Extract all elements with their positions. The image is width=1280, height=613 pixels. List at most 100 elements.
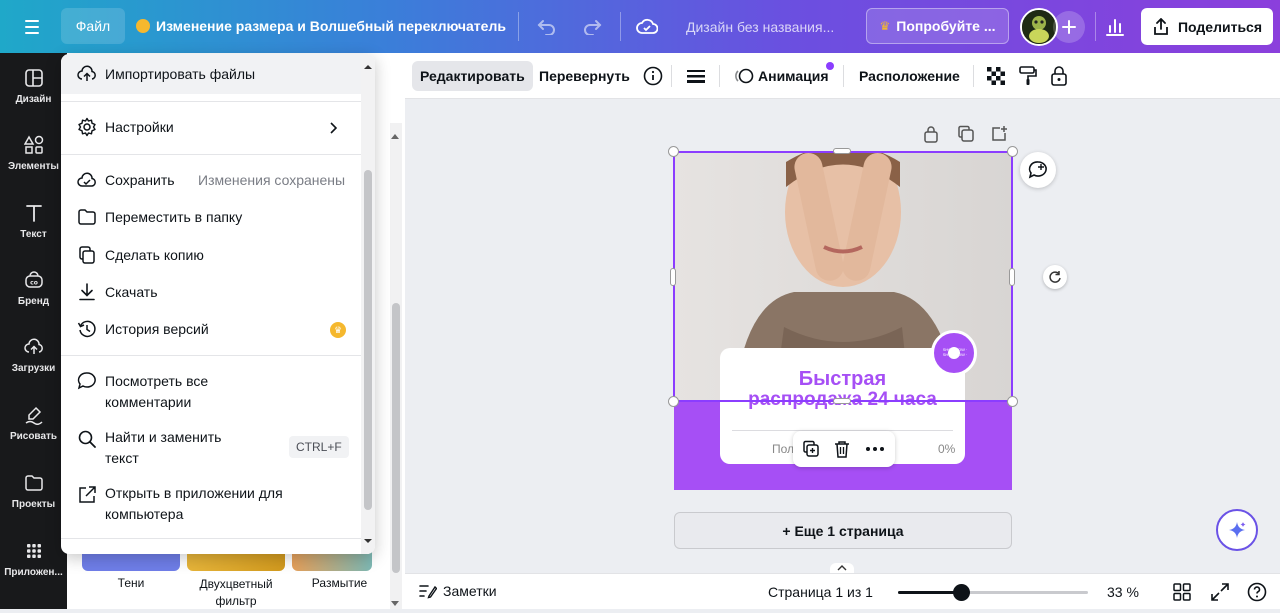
- menu-scrollbar[interactable]: [361, 54, 375, 554]
- position-button[interactable]: Расположение: [851, 61, 968, 91]
- add-comment-button[interactable]: [1020, 152, 1056, 188]
- doc-title-link[interactable]: Изменение размера и Волшебный переключат…: [136, 8, 506, 44]
- design-name-field[interactable]: Дизайн без названия...: [686, 12, 834, 42]
- duplicate-page-button[interactable]: [957, 125, 975, 148]
- edit-image-button[interactable]: Редактировать: [412, 61, 533, 91]
- promo-subtext-left: Пол: [772, 442, 795, 456]
- resize-handle-br[interactable]: [1007, 396, 1018, 407]
- resize-handle-left[interactable]: [670, 268, 676, 286]
- sidebar-item-uploads[interactable]: Загрузки: [0, 337, 67, 395]
- sidebar-item-brand[interactable]: co Бренд: [0, 270, 67, 328]
- add-page-button[interactable]: + Еще 1 страница: [674, 512, 1012, 549]
- more-options-button[interactable]: [865, 440, 885, 463]
- sidebar-item-apps[interactable]: Приложен...: [0, 541, 67, 599]
- delete-element-button[interactable]: [834, 440, 850, 463]
- help-button[interactable]: [1247, 582, 1267, 607]
- try-pro-button[interactable]: ♛ Попробуйте ...: [866, 8, 1009, 44]
- resize-handle-tl[interactable]: [668, 146, 679, 157]
- folder-icon: [78, 209, 96, 225]
- bottom-bar: Заметки Страница 1 из 1 33 %: [405, 573, 1280, 609]
- panel-scroll-thumb[interactable]: [392, 303, 400, 573]
- transparency-checker-icon: [987, 67, 1005, 85]
- menu-item-open-desktop-app[interactable]: Открыть в приложении для компьютера: [61, 481, 361, 525]
- add-collaborator-button[interactable]: [1053, 11, 1085, 43]
- lock-button[interactable]: [1043, 61, 1075, 91]
- lock-page-button[interactable]: [923, 125, 939, 148]
- pages-toggle-button[interactable]: [830, 563, 854, 573]
- insights-button[interactable]: [1100, 12, 1130, 42]
- plus-icon: [1062, 20, 1076, 34]
- flip-button[interactable]: Перевернуть: [531, 61, 638, 91]
- trash-icon: [835, 441, 849, 458]
- resize-handle-bottom[interactable]: [833, 398, 851, 404]
- menu-item-label-line2: комментарии: [105, 394, 192, 410]
- notes-button[interactable]: Заметки: [419, 583, 497, 599]
- line-weight-icon: [687, 70, 705, 83]
- menu-item-label: История версий: [105, 321, 209, 337]
- sidebar-item-projects[interactable]: Проекты: [0, 473, 67, 531]
- copy-style-button[interactable]: [1011, 61, 1045, 91]
- sidebar-item-elements[interactable]: Элементы: [0, 135, 67, 193]
- crown-icon: ♛: [879, 19, 891, 33]
- magic-assistant-button[interactable]: [1216, 509, 1258, 551]
- lock-icon: [924, 126, 938, 143]
- hamburger-menu-button[interactable]: [14, 13, 54, 41]
- resize-handle-tr[interactable]: [1007, 146, 1018, 157]
- menu-item-settings[interactable]: Настройки: [61, 110, 361, 144]
- thumb-label: Двухцветный фильтр: [199, 577, 273, 608]
- resize-handle-bl[interactable]: [668, 396, 679, 407]
- zoom-slider-fill: [898, 591, 961, 594]
- animate-button[interactable]: Анимация: [726, 61, 837, 91]
- menu-item-label-line1: Посмотреть все: [105, 373, 209, 389]
- shop-now-badge[interactable]: SHOP NOW · SHOP NOW ·: [931, 330, 977, 376]
- transparency-button[interactable]: [979, 61, 1013, 91]
- menu-item-make-copy[interactable]: Сделать копию: [61, 238, 361, 272]
- share-upload-icon: [1154, 17, 1168, 35]
- cloud-saved-button[interactable]: [632, 12, 662, 42]
- undo-button[interactable]: [532, 12, 562, 42]
- rotate-handle[interactable]: [1043, 265, 1067, 289]
- menu-item-find-replace[interactable]: Найти и заменить текст CTRL+F: [61, 425, 361, 469]
- svg-text:co: co: [30, 280, 38, 287]
- new-feature-dot: [826, 62, 834, 70]
- fullscreen-button[interactable]: [1211, 583, 1229, 606]
- resize-handle-top[interactable]: [833, 148, 851, 154]
- zoom-slider-thumb[interactable]: [953, 584, 970, 601]
- menu-scroll-thumb[interactable]: [364, 170, 372, 510]
- redo-button[interactable]: [577, 12, 607, 42]
- scroll-down-arrow[interactable]: [390, 595, 400, 613]
- file-menu-dropdown: Импортировать файлы Настройки Сохранить …: [61, 54, 375, 554]
- copy-icon: [79, 246, 95, 264]
- sidebar-item-draw[interactable]: Рисовать: [0, 405, 67, 463]
- context-toolbar: Редактировать Перевернуть Анимация Распо…: [405, 53, 1280, 99]
- grid-view-button[interactable]: [1173, 583, 1191, 606]
- page-indicator[interactable]: Страница 1 из 1: [768, 584, 873, 600]
- cloud-check-icon: [636, 18, 658, 34]
- menu-item-save[interactable]: Сохранить Изменения сохранены: [61, 163, 361, 197]
- badge-text: SHOP NOW · SHOP NOW ·: [942, 347, 968, 357]
- sidebar-item-text[interactable]: Текст: [0, 203, 67, 261]
- duplicate-element-button[interactable]: [802, 440, 820, 463]
- sidebar-item-label: Рисовать: [9, 431, 58, 442]
- scroll-up-arrow[interactable]: [390, 127, 400, 145]
- menu-item-label-line2: текст: [105, 450, 139, 466]
- zoom-level[interactable]: 33 %: [1107, 584, 1139, 600]
- info-icon: [643, 66, 663, 86]
- menu-item-move-to-folder[interactable]: Переместить в папку: [61, 200, 361, 234]
- share-button[interactable]: Поделиться: [1141, 8, 1273, 45]
- info-button[interactable]: [635, 61, 671, 91]
- border-style-button[interactable]: [679, 61, 713, 91]
- sidebar-item-design[interactable]: Дизайн: [0, 68, 67, 126]
- thumb-label: Тени: [117, 576, 145, 590]
- file-menu-button[interactable]: Файл: [61, 8, 125, 44]
- left-sidebar: Дизайн Элементы Текст co Бренд Загрузки …: [0, 53, 67, 609]
- menu-item-download[interactable]: Скачать: [61, 275, 361, 309]
- resize-handle-right[interactable]: [1009, 268, 1015, 286]
- panel-scrollbar[interactable]: [390, 123, 402, 609]
- animation-icon: [735, 68, 754, 84]
- menu-item-view-comments[interactable]: Посмотреть все комментарии: [61, 369, 361, 413]
- zoom-slider[interactable]: [898, 584, 1088, 601]
- add-page-icon-button[interactable]: [990, 125, 1008, 148]
- menu-item-import[interactable]: Импортировать файлы: [61, 54, 361, 94]
- menu-item-version-history[interactable]: История версий ♛: [61, 312, 361, 346]
